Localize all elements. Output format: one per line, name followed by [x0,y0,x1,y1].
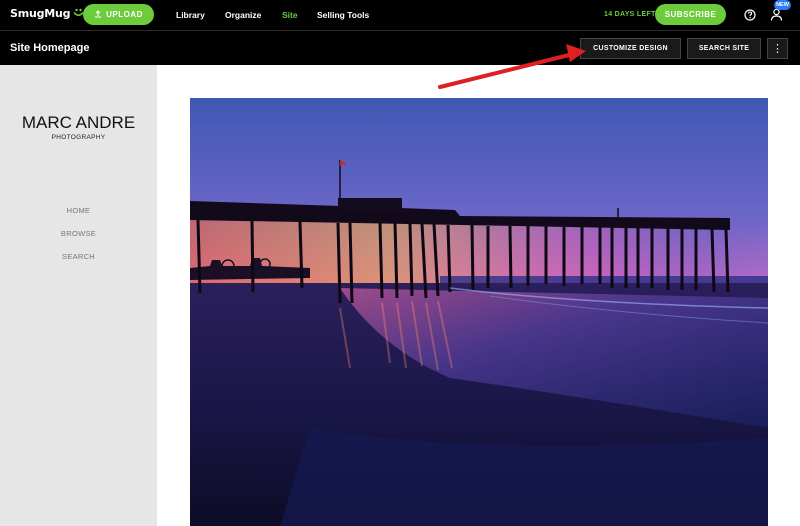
sidebar-link-search[interactable]: SEARCH [0,252,157,261]
upload-label: UPLOAD [106,10,143,19]
help-circle-icon[interactable] [744,8,756,21]
nav-selling-tools[interactable]: Selling Tools [317,10,369,20]
vertical-dots-icon[interactable]: ⋮ [767,38,788,59]
search-site-button[interactable]: SEARCH SITE [687,38,761,59]
upload-button[interactable]: UPLOAD [83,4,154,25]
more-menu-glyph: ⋮ [772,43,783,55]
sidebar-link-home[interactable]: HOME [0,206,157,215]
new-badge: NEW [774,0,791,10]
nav-library[interactable]: Library [176,10,205,20]
smugmug-logo[interactable]: SmugMug [10,7,84,21]
site-subtitle: PHOTOGRAPHY [51,134,106,141]
upload-icon [94,9,102,20]
nav-organize[interactable]: Organize [225,10,261,20]
page-title: Site Homepage [10,42,90,54]
subscribe-button[interactable]: SUBSCRIBE [655,4,726,25]
brand-name: SmugMug [10,7,71,20]
customize-design-button[interactable]: CUSTOMIZE DESIGN [580,38,681,59]
site-sidebar: MARC ANDRE PHOTOGRAPHY HOME BROWSE SEARC… [0,65,157,526]
hero-photo-pier-sunset[interactable] [190,98,768,526]
top-nav-bar: SmugMug UPLOAD Library Organize Site Sel… [0,0,800,30]
trial-days-left: 14 DAYS LEFT [604,11,656,18]
site-name[interactable]: MARC ANDRE [0,113,157,133]
nav-site[interactable]: Site [282,10,298,20]
site-toolbar: Site Homepage CUSTOMIZE DESIGN SEARCH SI… [0,30,800,65]
sidebar-link-browse[interactable]: BROWSE [0,229,157,238]
